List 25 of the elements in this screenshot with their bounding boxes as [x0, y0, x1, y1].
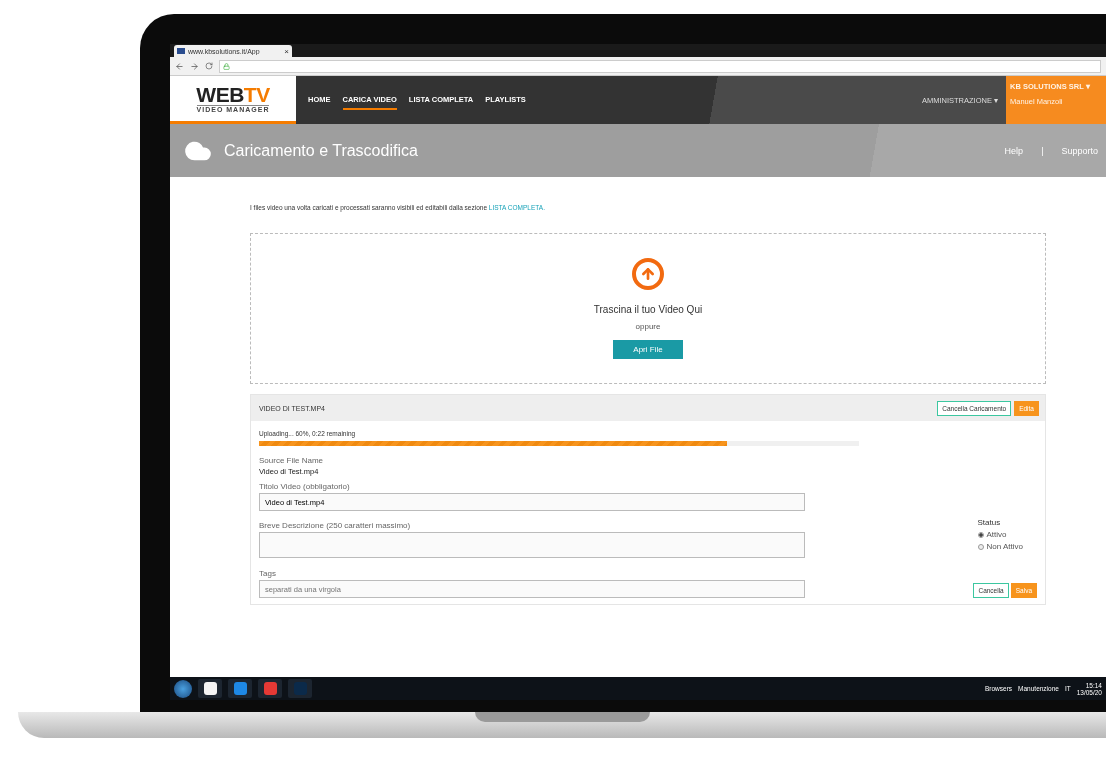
radio-dot[interactable] — [977, 543, 984, 550]
field-label: Breve Descrizione (250 caratteri massimo) — [259, 521, 412, 530]
start-button[interactable] — [174, 679, 192, 698]
page-title: Caricamento e Trascodifica — [224, 141, 419, 160]
drop-zone[interactable]: Trascina il tuo Video Qui oppure Apri File — [250, 233, 1046, 384]
description-textarea[interactable] — [259, 532, 805, 558]
link-separator: | — [1041, 145, 1044, 156]
forward-icon[interactable] — [190, 61, 199, 71]
field-label: Source File Name — [259, 456, 325, 465]
taskbar-app[interactable] — [198, 679, 222, 698]
reload-icon[interactable] — [205, 62, 213, 70]
or-text: oppure — [635, 322, 661, 331]
status-radio[interactable]: Non Attivo — [977, 542, 1023, 551]
lock-icon — [223, 62, 230, 70]
status-label: Status — [977, 518, 1002, 527]
drop-heading: Trascina il tuo Video Qui — [593, 304, 703, 315]
back-icon[interactable] — [175, 61, 184, 71]
radio-dot[interactable] — [977, 531, 984, 538]
field-label: Titolo Video (obbligatorio) — [259, 482, 351, 491]
status-radio[interactable]: Attivo — [977, 530, 1023, 539]
address-field[interactable] — [219, 59, 1101, 73]
upload-icon — [632, 258, 664, 290]
tab-close[interactable]: × — [284, 46, 289, 56]
field-label: Tags — [259, 569, 277, 578]
favicon-icon — [177, 48, 185, 54]
